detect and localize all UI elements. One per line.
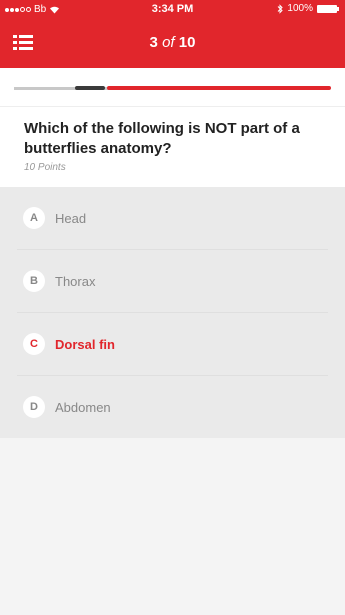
answer-option-b[interactable]: B Thorax — [17, 250, 328, 313]
nav-bar: 3 of 10 — [0, 20, 345, 68]
answer-label: Abdomen — [55, 399, 111, 415]
current-question-number: 3 — [149, 34, 158, 51]
battery-icon — [317, 4, 339, 13]
progress-bar — [0, 68, 345, 106]
counter-of: of — [162, 34, 175, 51]
app-header: Bb 3:34 PM 100% 3 of 10 — [0, 0, 345, 68]
question-counter: 3 of 10 — [0, 34, 345, 51]
question-card: Which of the following is NOT part of a … — [0, 106, 345, 187]
answer-option-a[interactable]: A Head — [17, 187, 328, 250]
bluetooth-icon — [278, 3, 284, 14]
answer-option-d[interactable]: D Abdomen — [17, 376, 328, 438]
answer-letter-badge: A — [23, 207, 45, 229]
status-bar: Bb 3:34 PM 100% — [0, 0, 345, 20]
answer-letter-badge: B — [23, 270, 45, 292]
total-questions: 10 — [178, 34, 196, 51]
status-right: 100% — [277, 3, 339, 14]
answer-letter-badge: C — [23, 333, 45, 355]
answer-label: Thorax — [55, 273, 96, 289]
answer-label: Head — [55, 210, 87, 226]
progress-remaining — [107, 86, 331, 90]
answer-letter-badge: D — [23, 396, 45, 418]
answer-label: Dorsal fin — [55, 336, 115, 352]
question-text: Which of the following is NOT part of a … — [24, 120, 300, 157]
progress-current-marker — [75, 86, 105, 90]
answer-list: A Head B Thorax C Dorsal fin D Abdomen — [0, 187, 345, 438]
question-points: 10 Points — [24, 162, 66, 173]
answer-option-c[interactable]: C Dorsal fin — [17, 313, 328, 376]
battery-percent: 100% — [287, 3, 313, 14]
